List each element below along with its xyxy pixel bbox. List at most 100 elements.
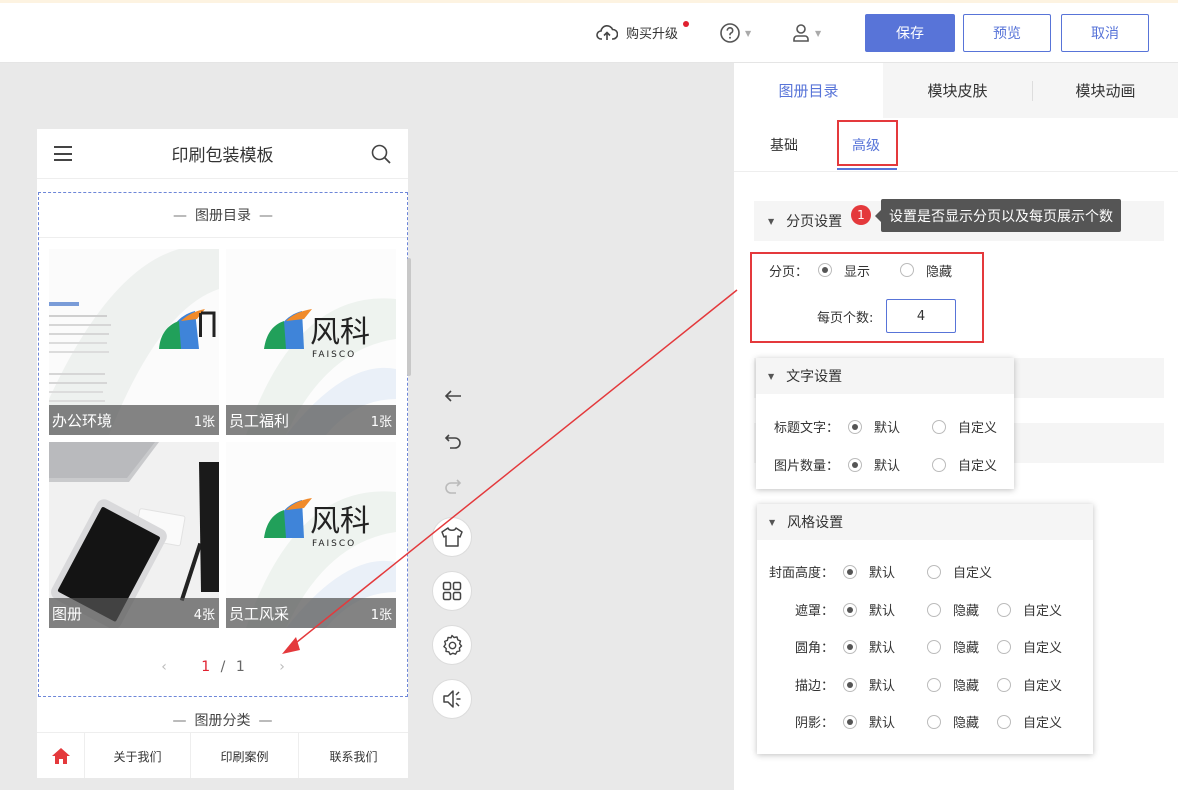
album-card[interactable]: 办公环境 1张 bbox=[49, 249, 219, 435]
row-label: 图片数量： bbox=[774, 459, 840, 474]
radio-show[interactable] bbox=[818, 263, 833, 277]
search-icon[interactable] bbox=[371, 144, 391, 164]
per-page-input[interactable] bbox=[886, 299, 956, 333]
pagination-show-option[interactable]: 显示 bbox=[818, 261, 870, 280]
radio-custom[interactable] bbox=[997, 677, 1012, 692]
tab-module-animation[interactable]: 模块动画 bbox=[1033, 63, 1178, 118]
music-tool[interactable] bbox=[432, 679, 472, 719]
radio-custom[interactable] bbox=[997, 602, 1012, 617]
option-custom[interactable]: 自定义 bbox=[932, 417, 997, 436]
radio-custom[interactable] bbox=[927, 564, 942, 579]
total-pages: 1 bbox=[235, 659, 245, 675]
radio-custom[interactable] bbox=[932, 457, 947, 472]
row-label: 描边： bbox=[795, 679, 835, 694]
row-label: 遮罩： bbox=[795, 604, 835, 619]
album-card[interactable]: 图册 4张 bbox=[49, 442, 219, 628]
logo-subtext: FAISCO bbox=[312, 350, 356, 360]
radio-default[interactable] bbox=[843, 564, 857, 579]
chevron-left-icon[interactable]: ‹ bbox=[161, 659, 167, 675]
option-custom[interactable]: 自定义 bbox=[932, 455, 997, 474]
option-default[interactable]: 默认 bbox=[843, 600, 895, 619]
tab-module-skin[interactable]: 模块皮肤 bbox=[883, 63, 1032, 118]
radio-hide[interactable] bbox=[927, 714, 942, 729]
undo-icon bbox=[444, 434, 461, 449]
option-default[interactable]: 默认 bbox=[843, 637, 895, 656]
undo-tool[interactable] bbox=[441, 429, 465, 453]
cover-height-row: 封面高度： 默认 自定义 bbox=[769, 562, 992, 581]
nav-item-cases[interactable]: 印刷案例 bbox=[191, 733, 299, 778]
option-hide[interactable]: 隐藏 bbox=[927, 637, 979, 656]
chevron-down-icon: ▼ bbox=[745, 28, 752, 38]
option-default[interactable]: 默认 bbox=[848, 417, 900, 436]
chevron-right-icon[interactable]: › bbox=[279, 659, 285, 675]
radio-hide[interactable] bbox=[927, 602, 942, 617]
skin-tool[interactable] bbox=[432, 517, 472, 557]
save-button[interactable]: 保存 bbox=[865, 14, 955, 52]
radio-default[interactable] bbox=[843, 602, 857, 617]
option-custom[interactable]: 自定义 bbox=[997, 675, 1062, 694]
preview-scrollbar[interactable] bbox=[407, 258, 411, 376]
nav-home[interactable] bbox=[37, 733, 85, 778]
style-settings-header[interactable]: ▼ 风格设置 bbox=[757, 504, 1093, 540]
per-page-row: 每页个数: bbox=[817, 307, 873, 326]
back-tool[interactable] bbox=[441, 384, 465, 408]
radio-hide[interactable] bbox=[927, 639, 942, 654]
album-card[interactable]: 风科 FAISCO 员工福利 1张 bbox=[226, 249, 396, 435]
album-name: 员工风采 bbox=[229, 604, 290, 623]
redo-tool[interactable] bbox=[441, 474, 465, 498]
preview-button[interactable]: 预览 bbox=[963, 14, 1051, 52]
upgrade-button[interactable]: 购买升级 bbox=[596, 21, 689, 42]
menu-icon[interactable] bbox=[54, 146, 72, 161]
option-custom[interactable]: 自定义 bbox=[997, 637, 1062, 656]
caret-down-icon: ▼ bbox=[769, 517, 776, 527]
option-custom[interactable]: 自定义 bbox=[927, 562, 992, 581]
modules-tool[interactable] bbox=[432, 571, 472, 611]
pagination: ‹ 1 / 1 › bbox=[39, 659, 407, 675]
style-settings-panel: ▼ 风格设置 封面高度： 默认 自定义 遮罩： 默认 隐藏 自定义 圆角： 默认… bbox=[757, 504, 1093, 754]
option-hide[interactable]: 隐藏 bbox=[927, 600, 979, 619]
tab-album-catalog[interactable]: 图册目录 bbox=[734, 63, 883, 118]
radio-custom[interactable] bbox=[997, 714, 1012, 729]
text-settings-header[interactable]: ▼ 文字设置 bbox=[756, 358, 1014, 394]
settings-panel: 图册目录 模块皮肤 模块动画 基础 高级 ▼ 分页设置 1 设置是否显示分页以及… bbox=[734, 63, 1178, 790]
option-default[interactable]: 默认 bbox=[843, 712, 895, 731]
settings-tool[interactable] bbox=[432, 625, 472, 665]
radio-custom[interactable] bbox=[932, 419, 947, 434]
pagination-hide-option[interactable]: 隐藏 bbox=[900, 261, 952, 280]
active-subtab-indicator bbox=[837, 168, 897, 170]
radio-default[interactable] bbox=[843, 639, 857, 654]
album-caption: 办公环境 1张 bbox=[49, 405, 219, 435]
option-default[interactable]: 默认 bbox=[843, 562, 895, 581]
shirt-icon bbox=[441, 527, 463, 547]
option-default[interactable]: 默认 bbox=[843, 675, 895, 694]
option-default[interactable]: 默认 bbox=[848, 455, 900, 474]
option-label: 默认 bbox=[869, 641, 896, 656]
subtab-basic[interactable]: 基础 bbox=[764, 118, 804, 172]
cancel-button[interactable]: 取消 bbox=[1061, 14, 1149, 52]
nav-item-contact[interactable]: 联系我们 bbox=[299, 733, 408, 778]
upgrade-label: 购买升级 bbox=[626, 27, 679, 42]
radio-default[interactable] bbox=[843, 677, 857, 692]
option-custom[interactable]: 自定义 bbox=[997, 712, 1062, 731]
radio-default[interactable] bbox=[848, 419, 862, 434]
help-menu[interactable]: ▼ bbox=[719, 22, 751, 44]
user-icon bbox=[793, 24, 809, 42]
radio-hide[interactable] bbox=[900, 263, 915, 277]
option-hide[interactable]: 隐藏 bbox=[927, 675, 979, 694]
row-label: 阴影： bbox=[795, 716, 835, 731]
album-name: 员工福利 bbox=[229, 411, 290, 430]
album-catalog-module[interactable]: — 图册目录 — 办公环境 1张 风科 FAISCO 员工福利 1张 图册 4张… bbox=[38, 192, 408, 697]
category-title-text: 图册分类 bbox=[194, 713, 251, 729]
option-hide[interactable]: 隐藏 bbox=[927, 712, 979, 731]
nav-item-about[interactable]: 关于我们 bbox=[85, 733, 191, 778]
user-menu[interactable]: ▼ bbox=[791, 22, 821, 44]
option-label: 隐藏 bbox=[953, 641, 980, 656]
radio-custom[interactable] bbox=[997, 639, 1012, 654]
radio-default[interactable] bbox=[848, 457, 862, 472]
radio-default[interactable] bbox=[843, 714, 857, 729]
option-custom[interactable]: 自定义 bbox=[997, 600, 1062, 619]
album-card[interactable]: 风科 FAISCO 员工风采 1张 bbox=[226, 442, 396, 628]
radio-hide[interactable] bbox=[927, 677, 942, 692]
album-count: 1张 bbox=[370, 607, 392, 623]
option-label: 隐藏 bbox=[953, 679, 980, 694]
